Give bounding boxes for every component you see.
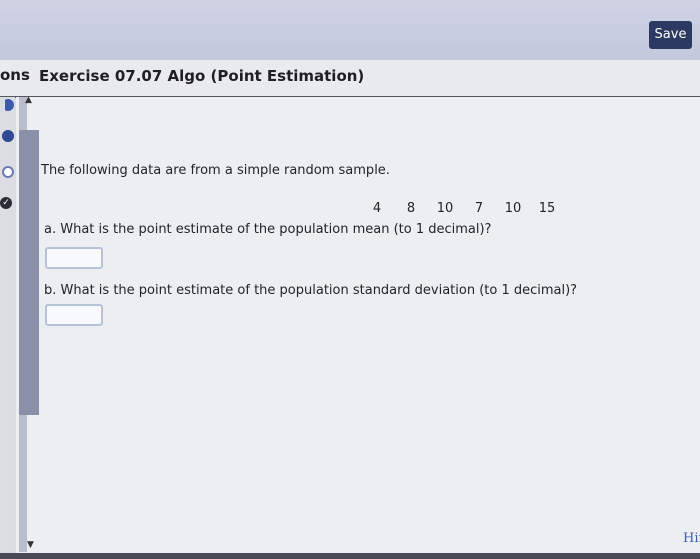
- question-status-icon[interactable]: [2, 130, 14, 142]
- data-value: 8: [406, 201, 416, 216]
- data-value: 10: [504, 201, 522, 216]
- data-value: 10: [436, 201, 454, 216]
- hint-link[interactable]: Hir: [683, 531, 700, 546]
- sample-data: 4 8 10 7 10 15: [360, 201, 564, 216]
- answer-input-a[interactable]: [45, 247, 103, 269]
- exercise-title: Exercise 07.07 Algo (Point Estimation): [39, 67, 365, 85]
- problem-intro: The following data are from a simple ran…: [41, 163, 390, 178]
- top-header: [0, 0, 700, 62]
- bottom-edge: [0, 553, 700, 559]
- questions-tab-label[interactable]: ons: [0, 66, 30, 84]
- question-a: a. What is the point estimate of the pop…: [44, 222, 492, 237]
- answer-input-b[interactable]: [45, 304, 103, 326]
- question-b: b. What is the point estimate of the pop…: [44, 283, 578, 298]
- data-value: 7: [474, 201, 484, 216]
- data-value: 4: [372, 201, 382, 216]
- save-button[interactable]: Save: [649, 21, 692, 49]
- exercise-title-bar: ons Exercise 07.07 Algo (Point Estimatio…: [0, 60, 700, 98]
- scrollbar-thumb[interactable]: [19, 130, 39, 415]
- question-status-icon[interactable]: [2, 166, 14, 178]
- checkmark-icon[interactable]: ✓: [0, 197, 12, 209]
- scroll-up-icon[interactable]: ▲: [25, 95, 32, 105]
- scroll-down-icon[interactable]: ▼: [27, 540, 34, 550]
- data-value: 15: [538, 201, 556, 216]
